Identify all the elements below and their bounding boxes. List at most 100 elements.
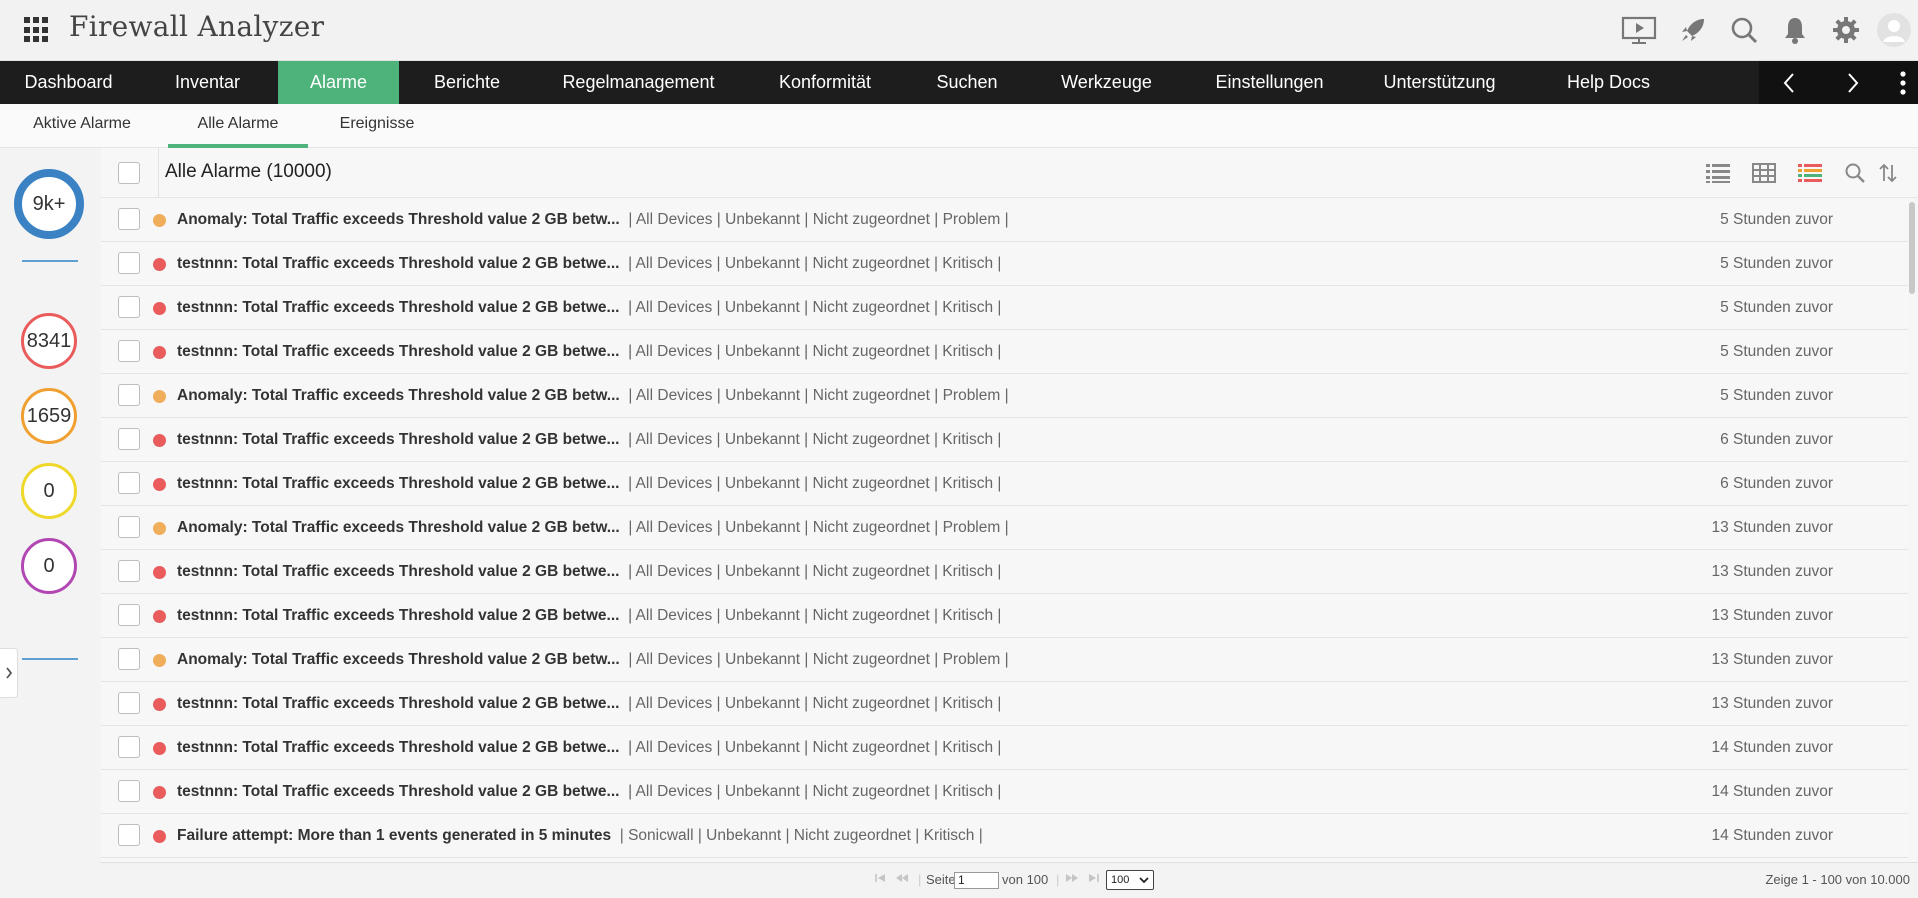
alarm-row[interactable]: Anomaly: Total Traffic exceeds Threshold…	[101, 198, 1908, 242]
select-all-checkbox[interactable]	[118, 162, 140, 184]
total-alarms-badge[interactable]: 9k+	[14, 169, 84, 239]
alarm-row[interactable]: testnnn: Total Traffic exceeds Threshold…	[101, 682, 1908, 726]
severity-list-view-icon[interactable]	[1796, 160, 1824, 186]
app-grid-icon[interactable]	[24, 17, 50, 43]
row-checkbox[interactable]	[118, 384, 140, 406]
alarm-description[interactable]: testnnn: Total Traffic exceeds Threshold…	[177, 286, 1001, 330]
alarm-row[interactable]: testnnn: Total Traffic exceeds Threshold…	[101, 726, 1908, 770]
sort-icon[interactable]	[1874, 160, 1902, 186]
gear-icon[interactable]	[1828, 12, 1864, 48]
nav-item-dashboard[interactable]: Dashboard	[0, 61, 137, 104]
nav-item-einstellungen[interactable]: Einstellungen	[1187, 61, 1352, 104]
nav-item-alarme[interactable]: Alarme	[278, 61, 399, 104]
alarm-row[interactable]: testnnn: Total Traffic exceeds Threshold…	[101, 550, 1908, 594]
alarm-name[interactable]: testnnn: Total Traffic exceeds Threshold…	[177, 783, 619, 800]
alarm-name[interactable]: testnnn: Total Traffic exceeds Threshold…	[177, 739, 619, 756]
alarm-description[interactable]: Anomaly: Total Traffic exceeds Threshold…	[177, 198, 1009, 242]
alarm-row[interactable]: testnnn: Total Traffic exceeds Threshold…	[101, 330, 1908, 374]
row-checkbox[interactable]	[118, 780, 140, 802]
row-checkbox[interactable]	[118, 340, 140, 362]
next-page-icon[interactable]	[1064, 872, 1080, 887]
alarm-name[interactable]: testnnn: Total Traffic exceeds Threshold…	[177, 563, 619, 580]
tab-ereignisse[interactable]: Ereignisse	[326, 104, 428, 148]
alarm-row[interactable]: Anomaly: Total Traffic exceeds Threshold…	[101, 638, 1908, 682]
nav-item-berichte[interactable]: Berichte	[399, 61, 535, 104]
row-checkbox[interactable]	[118, 648, 140, 670]
alarm-description[interactable]: testnnn: Total Traffic exceeds Threshold…	[177, 242, 1001, 286]
row-checkbox[interactable]	[118, 516, 140, 538]
alarm-description[interactable]: testnnn: Total Traffic exceeds Threshold…	[177, 330, 1001, 374]
alarm-row[interactable]: testnnn: Total Traffic exceeds Threshold…	[101, 286, 1908, 330]
alarm-name[interactable]: Anomaly: Total Traffic exceeds Threshold…	[177, 387, 620, 404]
last-page-icon[interactable]	[1086, 872, 1100, 887]
alarm-description[interactable]: Failure attempt: More than 1 events gene…	[177, 814, 983, 858]
alarm-name[interactable]: testnnn: Total Traffic exceeds Threshold…	[177, 475, 619, 492]
expand-rail-toggle[interactable]	[0, 648, 18, 698]
alarm-name[interactable]: testnnn: Total Traffic exceeds Threshold…	[177, 607, 619, 624]
nav-item-suchen[interactable]: Suchen	[908, 61, 1026, 104]
nav-item-regelmanagement[interactable]: Regelmanagement	[535, 61, 742, 104]
alarm-description[interactable]: testnnn: Total Traffic exceeds Threshold…	[177, 682, 1001, 726]
alarm-row[interactable]: testnnn: Total Traffic exceeds Threshold…	[101, 462, 1908, 506]
nav-item-konformitaet[interactable]: Konformität	[742, 61, 908, 104]
alarm-name[interactable]: testnnn: Total Traffic exceeds Threshold…	[177, 299, 619, 316]
row-checkbox[interactable]	[118, 296, 140, 318]
alarm-description[interactable]: testnnn: Total Traffic exceeds Threshold…	[177, 770, 1001, 814]
search-icon[interactable]	[1841, 160, 1869, 186]
row-checkbox[interactable]	[118, 692, 140, 714]
search-icon[interactable]	[1726, 12, 1762, 48]
alarm-name[interactable]: testnnn: Total Traffic exceeds Threshold…	[177, 343, 619, 360]
row-checkbox[interactable]	[118, 252, 140, 274]
alarm-description[interactable]: testnnn: Total Traffic exceeds Threshold…	[177, 550, 1001, 594]
alarm-description[interactable]: Anomaly: Total Traffic exceeds Threshold…	[177, 638, 1009, 682]
attention-count-badge[interactable]: 0	[21, 538, 77, 594]
alarm-description[interactable]: Anomaly: Total Traffic exceeds Threshold…	[177, 374, 1009, 418]
row-checkbox[interactable]	[118, 824, 140, 846]
alarm-name[interactable]: testnnn: Total Traffic exceeds Threshold…	[177, 431, 619, 448]
row-checkbox[interactable]	[118, 208, 140, 230]
more-menu-icon[interactable]	[1888, 61, 1918, 104]
nav-item-unterstuetzung[interactable]: Unterstützung	[1352, 61, 1527, 104]
alarm-description[interactable]: testnnn: Total Traffic exceeds Threshold…	[177, 462, 1001, 506]
nav-item-inventar[interactable]: Inventar	[137, 61, 278, 104]
row-checkbox[interactable]	[118, 736, 140, 758]
nav-scroll-left-icon[interactable]	[1759, 61, 1819, 104]
alarm-description[interactable]: testnnn: Total Traffic exceeds Threshold…	[177, 726, 1001, 770]
nav-item-help-docs[interactable]: Help Docs	[1527, 61, 1690, 104]
page-size-select[interactable]: 100	[1106, 870, 1154, 890]
nav-scroll-right-icon[interactable]	[1823, 61, 1883, 104]
alarm-description[interactable]: Anomaly: Total Traffic exceeds Threshold…	[177, 506, 1009, 550]
alarm-row[interactable]: Anomaly: Total Traffic exceeds Threshold…	[101, 374, 1908, 418]
alarm-row[interactable]: testnnn: Total Traffic exceeds Threshold…	[101, 594, 1908, 638]
alarm-name[interactable]: Anomaly: Total Traffic exceeds Threshold…	[177, 651, 620, 668]
list-view-icon[interactable]	[1704, 160, 1732, 186]
alarm-name[interactable]: testnnn: Total Traffic exceeds Threshold…	[177, 255, 619, 272]
alarm-row[interactable]: Anomaly: Total Traffic exceeds Threshold…	[101, 506, 1908, 550]
first-page-icon[interactable]	[874, 872, 888, 887]
list-scrollbar[interactable]	[1909, 202, 1915, 294]
alarm-name[interactable]: testnnn: Total Traffic exceeds Threshold…	[177, 695, 619, 712]
row-checkbox[interactable]	[118, 604, 140, 626]
alarm-description[interactable]: testnnn: Total Traffic exceeds Threshold…	[177, 418, 1001, 462]
warning-count-badge[interactable]: 0	[21, 463, 77, 519]
row-checkbox[interactable]	[118, 428, 140, 450]
tab-alle-alarme[interactable]: Alle Alarme	[168, 104, 308, 148]
tab-aktive-alarme[interactable]: Aktive Alarme	[18, 104, 146, 148]
rocket-icon[interactable]	[1675, 12, 1711, 48]
alarm-row[interactable]: testnnn: Total Traffic exceeds Threshold…	[101, 418, 1908, 462]
table-view-icon[interactable]	[1750, 160, 1778, 186]
alarm-row[interactable]: Failure attempt: More than 1 events gene…	[101, 814, 1908, 858]
presentation-icon[interactable]	[1621, 12, 1657, 48]
alarm-name[interactable]: Anomaly: Total Traffic exceeds Threshold…	[177, 519, 620, 536]
row-checkbox[interactable]	[118, 472, 140, 494]
alarm-row[interactable]: testnnn: Total Traffic exceeds Threshold…	[101, 770, 1908, 814]
nav-item-werkzeuge[interactable]: Werkzeuge	[1026, 61, 1187, 104]
critical-count-badge[interactable]: 8341	[21, 313, 77, 369]
alarm-name[interactable]: Anomaly: Total Traffic exceeds Threshold…	[177, 211, 620, 228]
row-checkbox[interactable]	[118, 560, 140, 582]
page-number-input[interactable]: 1	[954, 872, 999, 889]
user-avatar[interactable]	[1876, 12, 1912, 48]
problem-count-badge[interactable]: 1659	[21, 388, 77, 444]
alarm-description[interactable]: testnnn: Total Traffic exceeds Threshold…	[177, 594, 1001, 638]
alarm-name[interactable]: Failure attempt: More than 1 events gene…	[177, 827, 611, 844]
